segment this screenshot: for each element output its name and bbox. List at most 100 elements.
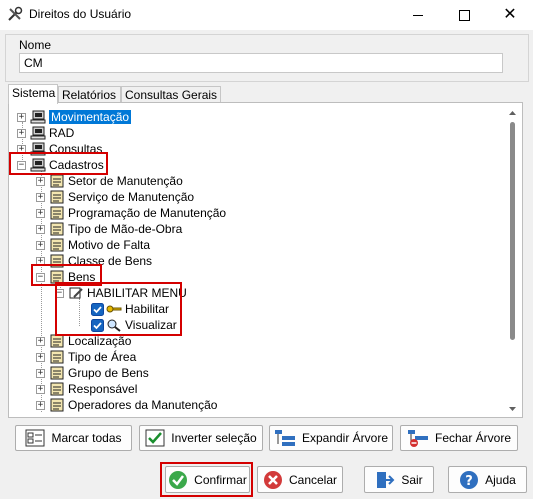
tree-label: Motivo de Falta: [68, 238, 151, 252]
tree-label: Tipo de Área: [68, 350, 137, 364]
tree-node-visualizar[interactable]: Visualizar: [91, 317, 177, 333]
tree-label: RAD: [49, 126, 75, 140]
tree-node-habilitar-menu[interactable]: − HABILITAR MENU: [55, 285, 187, 301]
tree-label: Programação de Manutenção: [68, 206, 227, 220]
tree-node-motivo-falta[interactable]: + Motivo de Falta: [36, 237, 150, 253]
tree-node-grupo-bens[interactable]: + Grupo de Bens: [36, 365, 149, 381]
confirm-button[interactable]: Confirmar: [165, 466, 250, 493]
expand-icon[interactable]: +: [36, 208, 45, 218]
tree-node-classe-bens[interactable]: + Classe de Bens: [36, 253, 152, 269]
tree-node-tipo-area[interactable]: + Tipo de Área: [36, 349, 136, 365]
checklist-icon: [25, 429, 45, 447]
expand-icon[interactable]: +: [36, 224, 45, 234]
checkbox-checked-icon[interactable]: [91, 318, 104, 332]
clipboard-icon: [50, 174, 64, 188]
expand-tree-button[interactable]: Expandir Árvore: [269, 425, 393, 451]
tree-node-consultas[interactable]: + Consultas: [17, 141, 102, 157]
key-icon: [106, 305, 122, 313]
cancel-x-icon: [263, 470, 282, 489]
tree-label: HABILITAR MENU: [87, 286, 187, 300]
tree-label: Responsável: [68, 382, 138, 396]
tree-node-programacao-manutencao[interactable]: + Programação de Manutenção: [36, 205, 226, 221]
minimize-icon: [413, 14, 423, 16]
tree-node-bens[interactable]: − Bens: [36, 269, 95, 285]
tree-label: Consultas: [49, 142, 103, 156]
expand-icon[interactable]: +: [36, 336, 45, 346]
tree-node-servico-manutencao[interactable]: + Serviço de Manutenção: [36, 189, 194, 205]
exit-label: Sair: [401, 472, 423, 487]
expand-icon[interactable]: +: [17, 144, 26, 154]
tab-relatorios[interactable]: Relatórios: [58, 86, 121, 102]
tree-label: Operadores da Manutenção: [68, 398, 218, 412]
nome-label: Nome: [19, 38, 52, 52]
collapse-tree-icon: [407, 430, 428, 447]
collapse-icon[interactable]: −: [17, 160, 26, 170]
computer-icon: [30, 158, 46, 172]
expand-icon[interactable]: +: [36, 384, 45, 394]
tree-label: Classe de Bens: [68, 254, 153, 268]
collapse-icon[interactable]: −: [36, 272, 45, 282]
clipboard-icon: [50, 398, 64, 412]
expand-icon[interactable]: +: [17, 112, 26, 122]
window-title: Direitos do Usuário: [29, 7, 132, 21]
clipboard-icon: [50, 222, 64, 236]
tree-node-habilitar[interactable]: Habilitar: [91, 301, 169, 317]
cancel-label: Cancelar: [288, 472, 338, 487]
clipboard-icon: [50, 334, 64, 348]
tree-node-cadastros[interactable]: − Cadastros: [17, 157, 104, 173]
expand-icon[interactable]: +: [36, 352, 45, 362]
clipboard-icon: [50, 206, 64, 220]
expand-label: Expandir Árvore: [301, 431, 389, 445]
expand-icon[interactable]: +: [17, 128, 26, 138]
expand-icon[interactable]: +: [36, 192, 45, 202]
tree-label: Visualizar: [125, 318, 177, 332]
tree-label: Tipo de Mão-de-Obra: [68, 222, 183, 236]
tree-node-setor-manutencao[interactable]: + Setor de Manutenção: [36, 173, 183, 189]
tree-label: Localização: [68, 334, 132, 348]
clipboard-icon: [50, 350, 64, 364]
computer-icon: [30, 126, 46, 140]
magnifier-icon: [107, 319, 121, 332]
exit-button[interactable]: Sair: [364, 466, 434, 493]
help-question-icon: ?: [460, 470, 479, 489]
invert-selection-button[interactable]: Inverter seleção: [139, 425, 263, 451]
expand-icon[interactable]: +: [36, 400, 45, 410]
maximize-icon: [458, 9, 470, 21]
help-label: Ajuda: [485, 472, 516, 487]
clipboard-icon: [50, 238, 64, 252]
mark-all-label: Marcar todas: [51, 431, 122, 445]
help-button[interactable]: ? Ajuda: [448, 466, 527, 493]
tree-label: Bens: [68, 270, 96, 284]
maximize-button[interactable]: [441, 0, 487, 30]
tree-label: Cadastros: [49, 158, 104, 172]
tree-node-tipo-mao-de-obra[interactable]: + Tipo de Mão-de-Obra: [36, 221, 182, 237]
clipboard-icon: [50, 382, 64, 396]
tab-sistema[interactable]: Sistema: [8, 84, 58, 104]
expand-icon[interactable]: +: [36, 240, 45, 250]
svg-text:?: ?: [465, 474, 473, 489]
cancel-button[interactable]: Cancelar: [257, 466, 343, 493]
tree-node-operadores[interactable]: + Operadores da Manutenção: [36, 397, 217, 413]
expand-icon[interactable]: +: [36, 368, 45, 378]
collapse-label: Fechar Árvore: [434, 431, 512, 445]
confirm-check-icon: [169, 470, 188, 489]
mark-all-button[interactable]: Marcar todas: [15, 425, 132, 451]
tree-label: Serviço de Manutenção: [68, 190, 195, 204]
tree-node-localizacao[interactable]: + Localização: [36, 333, 131, 349]
tree-node-rad[interactable]: + RAD: [17, 125, 74, 141]
collapse-icon[interactable]: −: [55, 288, 64, 298]
checkbox-checked-icon[interactable]: [91, 302, 104, 316]
clipboard-icon: [50, 190, 64, 204]
nome-field[interactable]: CM: [19, 53, 503, 73]
collapse-tree-button[interactable]: Fechar Árvore: [400, 425, 518, 451]
tree-node-movimentacao[interactable]: + Movimentação: [17, 109, 132, 125]
computer-icon: [30, 110, 46, 124]
tree-node-responsavel[interactable]: + Responsável: [36, 381, 137, 397]
close-button[interactable]: ✕: [487, 0, 533, 30]
tab-consultas-gerais[interactable]: Consultas Gerais: [121, 86, 221, 102]
expand-icon[interactable]: +: [36, 176, 45, 186]
minimize-button[interactable]: [395, 0, 441, 30]
close-icon: ✕: [503, 6, 517, 23]
tree-scrollbar[interactable]: [505, 108, 520, 414]
expand-icon[interactable]: +: [36, 256, 45, 266]
